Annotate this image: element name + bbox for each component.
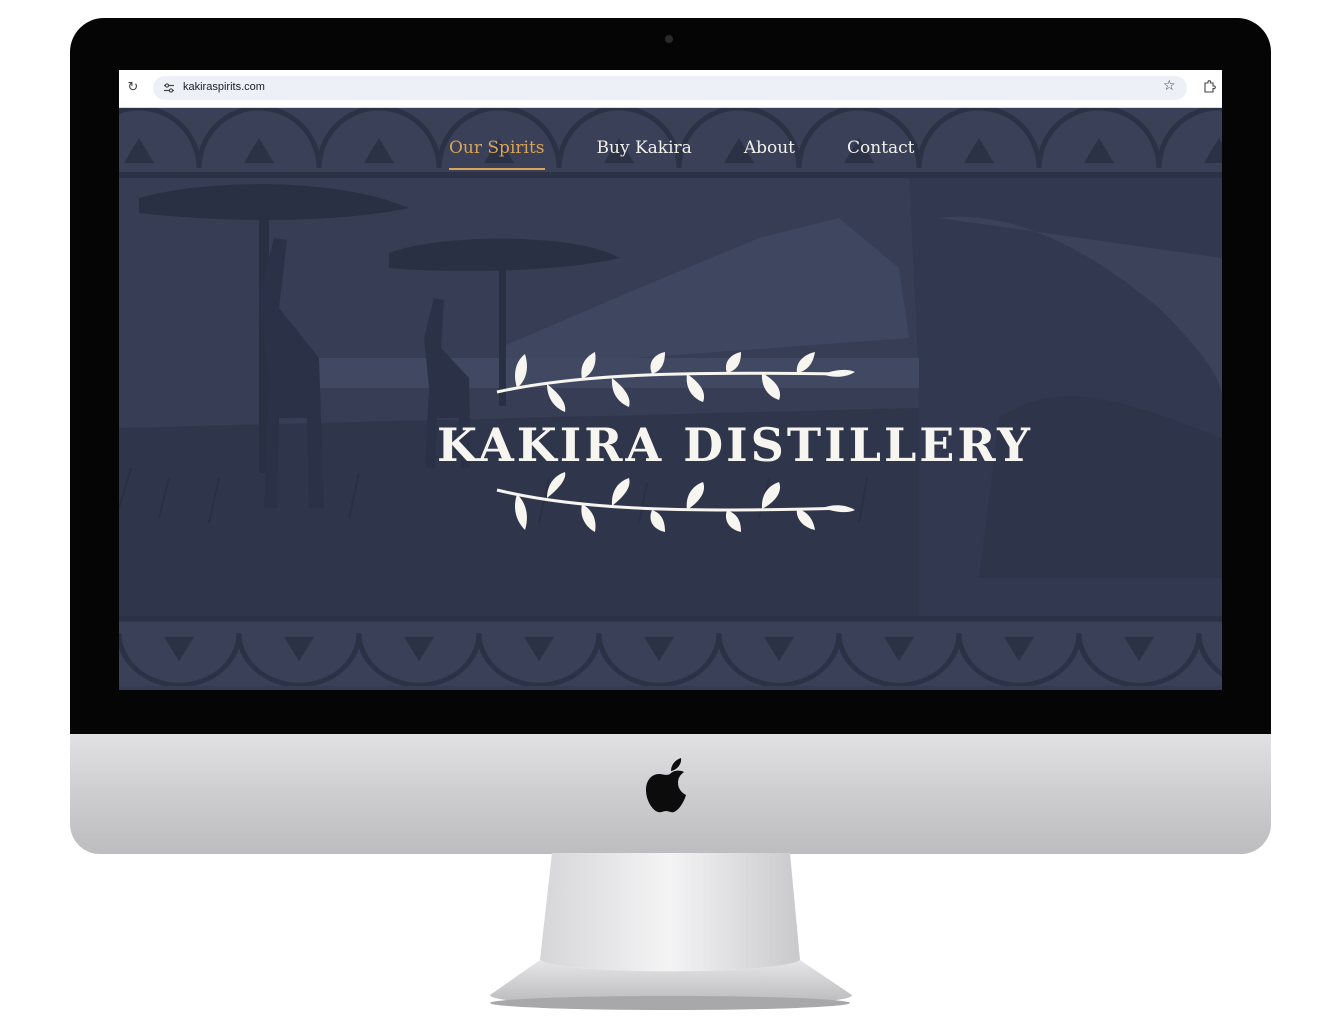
- nav-our-spirits[interactable]: Our Spirits: [449, 138, 545, 170]
- address-bar[interactable]: kakiraspirits.com ☆: [153, 76, 1187, 100]
- main-nav: Our Spirits Buy Kakira About Contact: [449, 138, 915, 170]
- site-info-icon[interactable]: [163, 82, 175, 94]
- decorative-pattern-bottom: [119, 616, 1222, 686]
- leaf-branch-icon: [496, 472, 855, 532]
- nav-contact[interactable]: Contact: [847, 138, 915, 170]
- puzzle-icon[interactable]: [1202, 80, 1216, 94]
- website-hero: Our Spirits Buy Kakira About Contact KAK…: [119, 108, 1222, 690]
- webcam: [665, 35, 673, 43]
- star-icon[interactable]: ☆: [1163, 78, 1176, 94]
- reload-icon[interactable]: ↻: [126, 81, 140, 95]
- apple-logo: [646, 758, 686, 813]
- browser-toolbar: ↻ kakiraspirits.com ☆: [119, 70, 1222, 108]
- leaf-branch-icon: [496, 352, 855, 412]
- logo-text: KAKIRA DISTILLERY: [437, 418, 1034, 472]
- screen: ↻ kakiraspirits.com ☆ Our Spirits Buy Ka…: [119, 70, 1222, 690]
- distillery-logo: KAKIRA DISTILLERY: [437, 352, 1034, 537]
- url-text[interactable]: kakiraspirits.com: [183, 81, 265, 93]
- nav-about[interactable]: About: [744, 138, 795, 170]
- nav-buy-kakira[interactable]: Buy Kakira: [597, 138, 692, 170]
